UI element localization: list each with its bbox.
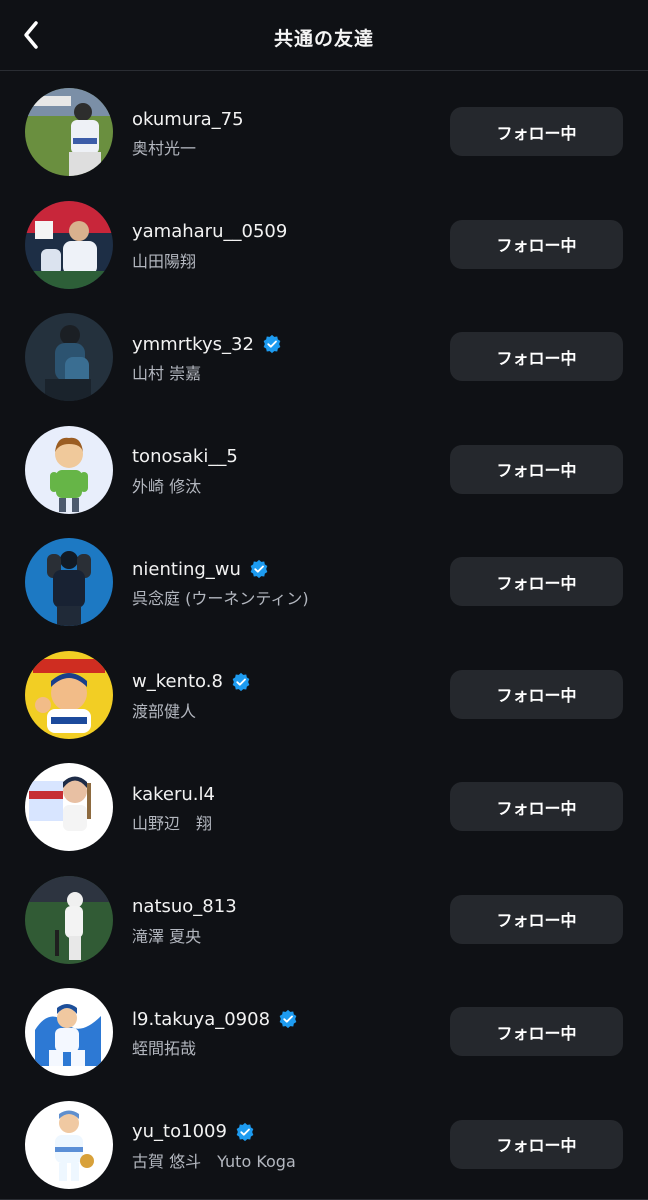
mutual-friends-list: okumura_75 奥村光一 フォロー中 yamaharu__0509 山田陽…: [0, 71, 648, 1196]
display-name: 滝澤 夏央: [132, 926, 202, 946]
page-title: 共通の友達: [273, 28, 374, 50]
display-name: 渡部健人: [132, 701, 197, 721]
username[interactable]: l9.takuya_0908: [132, 1009, 270, 1030]
avatar[interactable]: [25, 988, 113, 1076]
avatar[interactable]: [25, 875, 113, 964]
avatar[interactable]: [25, 650, 113, 739]
following-button[interactable]: フォロー中: [450, 782, 623, 831]
list-item: kakeru.l4 山野辺 翔 フォロー中: [0, 746, 648, 859]
username[interactable]: ymmrtkys_32: [132, 334, 254, 355]
list-item: ymmrtkys_32 山村 崇嘉 フォロー中: [0, 296, 648, 409]
username[interactable]: kakeru.l4: [132, 784, 215, 805]
following-button[interactable]: フォロー中: [450, 219, 623, 269]
username[interactable]: w_kento.8: [132, 671, 223, 692]
verified-badge-icon: [278, 1009, 298, 1029]
following-button[interactable]: フォロー中: [450, 332, 623, 381]
verified-badge-icon: [249, 559, 269, 579]
following-button[interactable]: フォロー中: [450, 1119, 623, 1169]
following-button[interactable]: フォロー中: [450, 107, 623, 156]
list-item: nienting_wu 呉念庭 (ウーネンティン) フォロー中: [0, 521, 648, 634]
list-item: yu_to1009 古賀 悠斗 Yuto Koga フォロー中: [0, 1084, 648, 1197]
username[interactable]: tonosaki__5: [132, 446, 238, 467]
list-item: okumura_75 奥村光一 フォロー中: [0, 71, 648, 184]
following-button[interactable]: フォロー中: [450, 1007, 623, 1056]
avatar[interactable]: [25, 1100, 113, 1189]
display-name: 外崎 修汰: [132, 476, 202, 496]
username[interactable]: okumura_75: [132, 109, 244, 130]
list-item: w_kento.8 渡部健人 フォロー中: [0, 634, 648, 747]
avatar[interactable]: [25, 313, 113, 401]
display-name: 古賀 悠斗 Yuto Koga: [132, 1151, 296, 1171]
display-name: 奥村光一: [132, 139, 197, 158]
avatar[interactable]: [25, 538, 113, 626]
display-name: 山野辺 翔: [132, 814, 213, 833]
following-button[interactable]: フォロー中: [450, 557, 623, 606]
list-item: natsuo_813 滝澤 夏央 フォロー中: [0, 859, 648, 972]
username[interactable]: yu_to1009: [132, 1121, 227, 1142]
avatar[interactable]: [25, 88, 113, 176]
list-item: tonosaki__5 外崎 修汰 フォロー中: [0, 409, 648, 522]
avatar[interactable]: [25, 763, 113, 851]
display-name: 呉念庭 (ウーネンティン): [132, 589, 309, 608]
following-button[interactable]: フォロー中: [450, 444, 623, 494]
following-button[interactable]: フォロー中: [450, 894, 623, 944]
list-item: l9.takuya_0908 蛭間拓哉 フォロー中: [0, 971, 648, 1084]
username[interactable]: natsuo_813: [132, 896, 237, 917]
verified-badge-icon: [231, 672, 251, 692]
top-header: 共通の友達: [0, 0, 648, 71]
avatar[interactable]: [25, 425, 113, 514]
avatar[interactable]: [25, 200, 113, 289]
username[interactable]: yamaharu__0509: [132, 221, 287, 242]
verified-badge-icon: [235, 1122, 255, 1142]
display-name: 蛭間拓哉: [132, 1039, 197, 1058]
verified-badge-icon: [262, 334, 282, 354]
list-item: yamaharu__0509 山田陽翔 フォロー中: [0, 184, 648, 297]
display-name: 山村 崇嘉: [132, 364, 202, 383]
display-name: 山田陽翔: [132, 251, 197, 271]
following-button[interactable]: フォロー中: [450, 669, 623, 719]
username[interactable]: nienting_wu: [132, 559, 241, 580]
